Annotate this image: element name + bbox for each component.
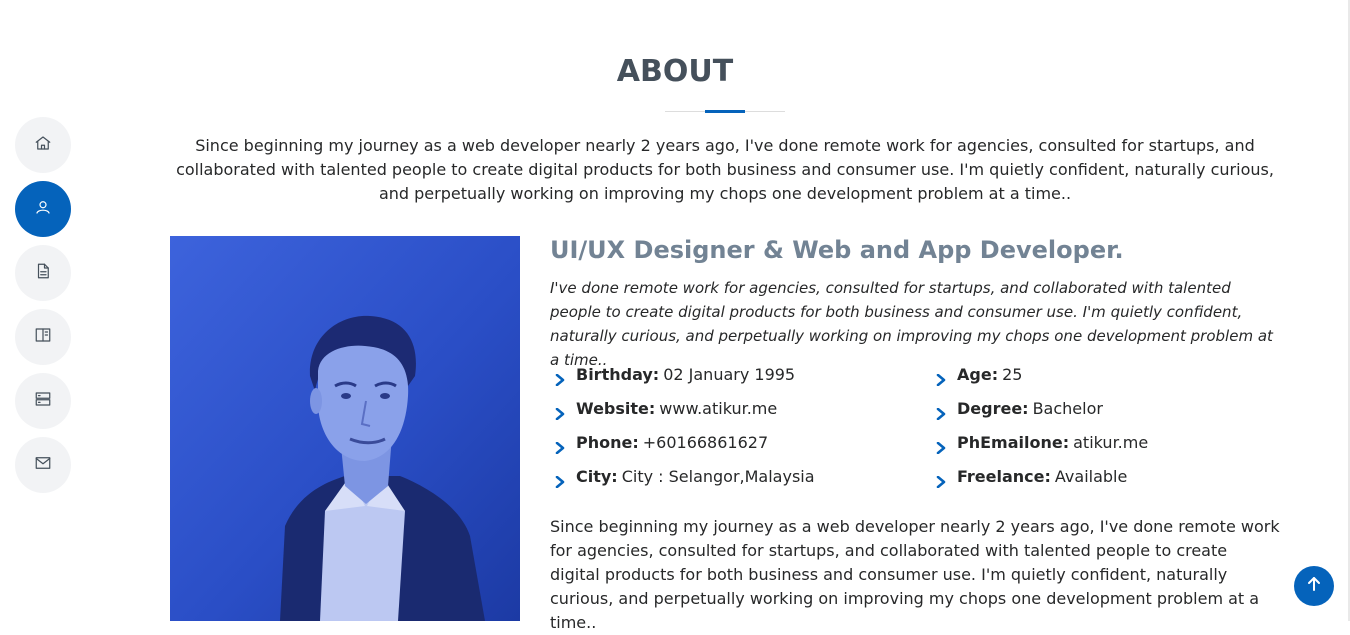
role-title: UI/UX Designer & Web and App Developer. bbox=[550, 236, 1124, 264]
info-label: City: City : Selangor,Malaysia bbox=[576, 467, 815, 486]
nav-services-button[interactable] bbox=[15, 373, 71, 429]
info-item: Freelance: Available bbox=[931, 465, 1280, 489]
info-label: PhEmailone: atikur.me bbox=[957, 433, 1149, 452]
title-accent-bar bbox=[705, 110, 745, 113]
info-item: Phone: +60166861627 bbox=[550, 431, 930, 455]
info-item: Age: 25 bbox=[931, 363, 1280, 387]
section-title: ABOUT bbox=[616, 54, 734, 89]
info-label: Birthday: 02 January 1995 bbox=[576, 365, 796, 384]
nav-portfolio-button[interactable] bbox=[15, 309, 71, 365]
back-to-top-button[interactable] bbox=[1294, 566, 1334, 606]
info-label: Age: 25 bbox=[957, 365, 1023, 384]
envelope-icon bbox=[34, 454, 52, 476]
chevron-right-icon bbox=[554, 369, 566, 387]
arrow-up-icon bbox=[1306, 576, 1322, 596]
info-label: Degree: Bachelor bbox=[957, 399, 1103, 418]
info-list-right: Age: 25 Degree: Bachelor PhEmailone: atikur… bbox=[931, 363, 1280, 499]
info-item: Birthday: 02 January 1995 bbox=[550, 363, 930, 387]
info-value: Bachelor bbox=[1032, 399, 1103, 418]
info-item: Website: www.atikur.me bbox=[550, 397, 930, 421]
profile-photo bbox=[170, 236, 520, 621]
info-item: PhEmailone: atikur.me bbox=[931, 431, 1280, 455]
nav-home-button[interactable] bbox=[15, 117, 71, 173]
chevron-right-icon bbox=[554, 437, 566, 455]
info-item: Degree: Bachelor bbox=[931, 397, 1280, 421]
chevron-right-icon bbox=[935, 471, 947, 489]
nav-about-button[interactable] bbox=[15, 181, 71, 237]
chevron-right-icon bbox=[554, 403, 566, 421]
chevron-right-icon bbox=[935, 403, 947, 421]
info-value: City : Selangor,Malaysia bbox=[621, 467, 815, 486]
info-value: 25 bbox=[1002, 365, 1023, 384]
chevron-right-icon bbox=[935, 437, 947, 455]
info-item: City: City : Selangor,Malaysia bbox=[550, 465, 930, 489]
about-paragraph: Since beginning my journey as a web deve… bbox=[550, 517, 1280, 632]
chevron-right-icon bbox=[935, 369, 947, 387]
server-icon bbox=[34, 390, 52, 412]
info-value: www.atikur.me bbox=[659, 399, 778, 418]
book-icon bbox=[34, 326, 52, 348]
user-icon bbox=[34, 198, 52, 220]
info-list-left: Birthday: 02 January 1995 Website: www.ati… bbox=[550, 363, 930, 499]
nav-contact-button[interactable] bbox=[15, 437, 71, 493]
info-value: Available bbox=[1054, 467, 1128, 486]
info-label: Website: www.atikur.me bbox=[576, 399, 778, 418]
info-label: Phone: +60166861627 bbox=[576, 433, 769, 452]
role-description: I've done remote work for agencies, cons… bbox=[550, 279, 1273, 369]
nav-resume-button[interactable] bbox=[15, 245, 71, 301]
file-icon bbox=[34, 262, 52, 284]
info-value: +60166861627 bbox=[642, 433, 769, 452]
info-label: Freelance: Available bbox=[957, 467, 1128, 486]
home-icon bbox=[34, 134, 52, 156]
section-intro: Since beginning my journey as a web deve… bbox=[176, 136, 1274, 203]
info-value: 02 January 1995 bbox=[663, 365, 796, 384]
info-value: atikur.me bbox=[1073, 433, 1149, 452]
chevron-right-icon bbox=[554, 471, 566, 489]
